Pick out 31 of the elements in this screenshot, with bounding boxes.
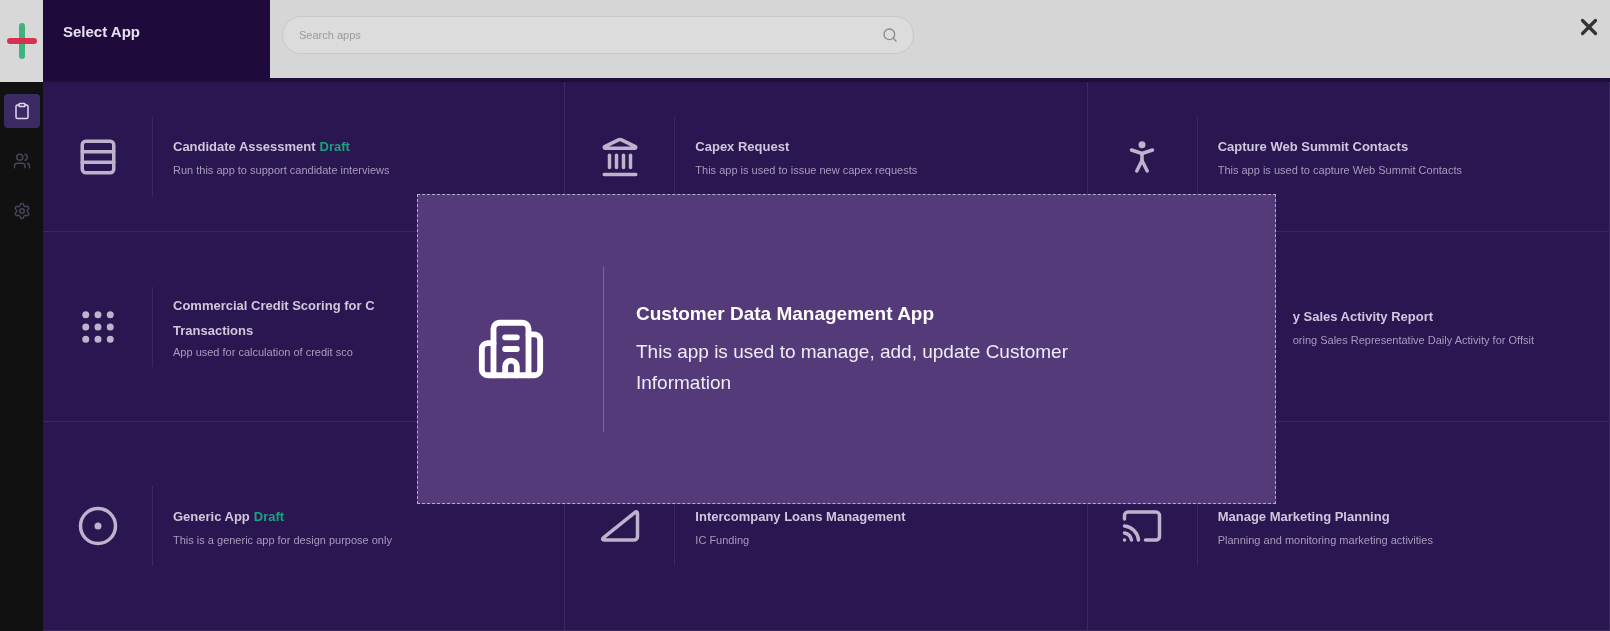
clipboard-icon <box>12 102 31 120</box>
search-field[interactable]: Search apps <box>282 16 914 54</box>
app-description: Run this app to support candidate interviews <box>173 163 390 179</box>
app-title[interactable]: Intercompany Loans Management <box>695 508 906 524</box>
draft-label: Draft <box>319 139 350 155</box>
app-description: This app is used to capture Web Summit Contacts <box>1217 163 1462 179</box>
target-icon <box>76 505 119 547</box>
app-preview-dialog[interactable]: Customer Data Management App This app is used to manage, add, update Customer Information <box>417 194 1276 504</box>
people-icon <box>12 152 31 170</box>
page-title: Select App <box>63 23 140 40</box>
app-title[interactable]: Manage Marketing Planning <box>1217 508 1390 524</box>
app-title[interactable]: Commercial Credit Scoring for C <box>173 297 375 313</box>
app-description: This app is used to issue new capex requests <box>695 163 918 179</box>
app-title[interactable]: Capture Web Summit Contacts <box>1217 139 1409 155</box>
app-title[interactable]: Candidate Assessment <box>173 139 316 155</box>
logo-icon <box>4 21 39 61</box>
app-description: App used for calculation of credit sco <box>173 345 354 360</box>
search-icon <box>882 27 898 43</box>
app-title[interactable]: Capex Request <box>695 139 790 155</box>
app-title[interactable]: Generic App <box>173 508 250 524</box>
preview-description: This app is used to manage, add, update Customer Information <box>636 340 1069 396</box>
sidebar-item[interactable] <box>3 94 40 128</box>
app-description: This is a generic app for design purpose only <box>173 532 392 548</box>
app-description: oring Sales Representative Daily Activity for Offsit <box>1292 333 1534 349</box>
settings-icon <box>12 202 31 220</box>
draft-label: Draft <box>253 508 285 524</box>
app-title[interactable]: y Sales Activity Report <box>1292 309 1434 325</box>
app-title: Transactions <box>173 321 255 340</box>
preview-title: Customer Data Management App <box>636 301 936 326</box>
app-description: Planning and monitoring marketing activities <box>1217 532 1433 548</box>
app-description: IC Funding <box>695 532 751 548</box>
